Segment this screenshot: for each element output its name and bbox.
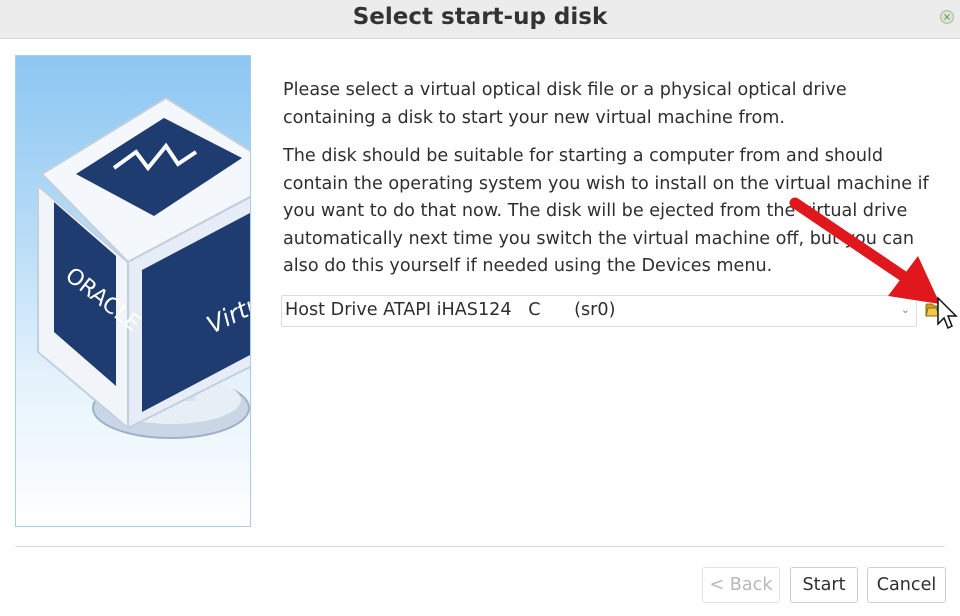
virtualbox-cube-icon: ORACLE Virtu bbox=[37, 96, 250, 439]
description-text: The disk should be suitable for starting… bbox=[283, 146, 929, 276]
cancel-button[interactable]: Cancel bbox=[867, 567, 946, 603]
chevron-down-icon: ⌄ bbox=[900, 303, 910, 316]
button-separator bbox=[15, 546, 945, 547]
start-button[interactable]: Start bbox=[790, 567, 858, 603]
disk-select-value: Host Drive ATAPI iHAS124 C (sr0) bbox=[285, 300, 616, 320]
folder-open-icon bbox=[925, 303, 945, 317]
close-button[interactable]: × bbox=[940, 10, 954, 24]
instruction-text: Please select a virtual optical disk fil… bbox=[283, 80, 847, 128]
virtualbox-logo-panel: ORACLE Virtu bbox=[15, 55, 251, 527]
disk-select-dropdown[interactable]: Host Drive ATAPI iHAS124 C (sr0) ⌄ bbox=[281, 295, 917, 327]
dialog-title: Select start-up disk bbox=[352, 4, 608, 30]
back-button[interactable]: < Back bbox=[702, 567, 780, 603]
choose-disk-file-button[interactable] bbox=[924, 298, 946, 320]
title-bar: Select start-up disk × bbox=[0, 0, 960, 39]
